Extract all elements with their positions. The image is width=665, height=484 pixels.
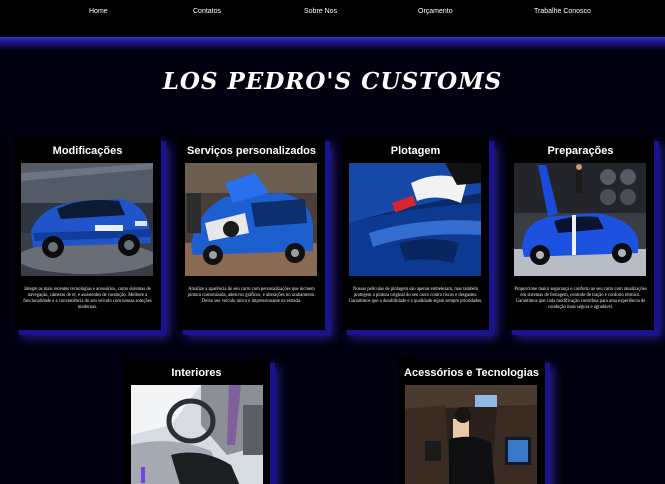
card-image-custom-painted-car [185, 163, 317, 276]
nav-link-home[interactable]: Home [89, 8, 108, 15]
card-title: Serviços personalizados [187, 145, 316, 157]
top-navigation: Home Contatos Sobre Nos Orçamento Trabal… [0, 0, 665, 37]
nav-link-orcamento[interactable]: Orçamento [418, 8, 453, 15]
card-image-vinyl-wrap [349, 163, 481, 276]
card-image-car-interior [131, 385, 263, 484]
service-card-modificacoes[interactable]: Modificações Integre as mais recentes te… [14, 136, 161, 330]
service-card-plotagem[interactable]: Plotagem Nossas películas de plotagem sã… [342, 136, 489, 330]
card-description: Integre as mais recentes tecnologias e a… [23, 287, 152, 310]
page-title: LOS PEDRO'S CUSTOMS [162, 68, 503, 95]
card-description: Atualize a aparência do seu carro com pe… [187, 287, 316, 304]
card-title: Modificações [52, 145, 123, 157]
card-title: Interiores [171, 367, 222, 379]
nav-link-sobre-nos[interactable]: Sobre Nos [304, 8, 337, 15]
service-card-preparacoes[interactable]: Preparações Proporcione maior segurança … [507, 136, 654, 330]
service-card-interiores[interactable]: Interiores [123, 358, 270, 484]
card-title: Preparações [547, 145, 614, 157]
nav-link-trabalhe-conosco[interactable]: Trabalhe Conosco [534, 8, 591, 15]
nav-glow-bar [0, 37, 665, 50]
card-image-luxury-cabin [405, 385, 537, 484]
nav-link-contatos[interactable]: Contatos [193, 8, 221, 15]
card-title: Plotagem [390, 145, 441, 157]
service-card-servicos-personalizados[interactable]: Serviços personalizados Atualize a aparê… [178, 136, 325, 330]
card-title: Acessórios e Tecnologias [404, 367, 539, 379]
card-image-blue-race-car [21, 163, 153, 276]
service-card-acessorios-tecnologias[interactable]: Acessórios e Tecnologias [398, 358, 545, 484]
card-description: Proporcione maior segurança e conforto a… [514, 287, 647, 310]
card-image-supercar-showroom [514, 163, 646, 276]
card-description: Nossas películas de plotagem são apenas … [348, 287, 483, 304]
